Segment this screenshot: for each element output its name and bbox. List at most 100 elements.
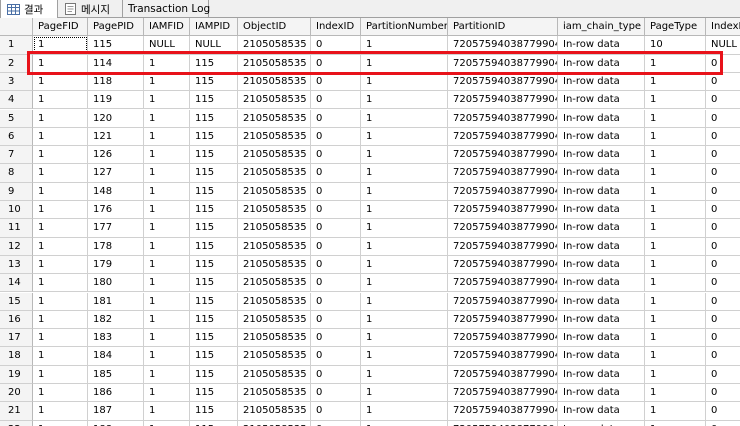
cell-iam-pid[interactable]: 115 <box>190 237 238 256</box>
cell-page-fid[interactable]: 1 <box>33 329 88 348</box>
cell-iam-pid[interactable]: 115 <box>190 292 238 311</box>
cell-iam-chain-type[interactable]: In-row data <box>558 255 645 275</box>
column-header-object-id[interactable]: ObjectID <box>238 18 311 37</box>
column-header-iam-fid[interactable]: IAMFID <box>144 18 190 37</box>
cell-partition-id[interactable]: 72057594038779904 <box>448 310 558 330</box>
cell-index-level[interactable]: 0 <box>706 384 740 403</box>
cell-partition-id[interactable]: 72057594038779904 <box>448 146 558 165</box>
cell-partition-id[interactable]: 72057594038779904 <box>448 36 558 55</box>
cell-partition-id[interactable]: 72057594038779904 <box>448 109 558 128</box>
row-header[interactable]: 9 <box>0 182 33 201</box>
cell-partition-id[interactable]: 72057594038779904 <box>448 365 558 384</box>
cell-index-id[interactable]: 0 <box>311 420 361 426</box>
cell-page-fid[interactable]: 1 <box>33 365 88 384</box>
cell-partition-id[interactable]: 72057594038779904 <box>448 72 558 92</box>
cell-index-id[interactable]: 0 <box>311 255 361 275</box>
cell-index-id[interactable]: 0 <box>311 164 361 183</box>
cell-index-level[interactable]: 0 <box>706 238 740 256</box>
cell-index-level[interactable]: 0 <box>706 128 740 147</box>
cell-iam-fid[interactable]: 1 <box>144 146 190 165</box>
row-header[interactable]: 1 <box>0 36 33 55</box>
cell-object-id[interactable]: 2105058535 <box>238 237 311 256</box>
cell-partition-number[interactable]: 1 <box>361 109 448 128</box>
cell-page-type[interactable]: 1 <box>645 109 706 128</box>
cell-object-id[interactable]: 2105058535 <box>238 329 311 348</box>
cell-iam-fid[interactable]: 1 <box>144 91 190 110</box>
cell-iam-chain-type[interactable]: In-row data <box>558 402 645 421</box>
cell-iam-chain-type[interactable]: In-row data <box>558 109 645 128</box>
cell-index-level[interactable]: 0 <box>706 55 740 73</box>
cell-partition-number[interactable]: 1 <box>361 146 448 165</box>
cell-iam-pid[interactable]: 115 <box>190 402 238 421</box>
cell-page-fid[interactable]: 1 <box>33 201 88 220</box>
cell-iam-fid[interactable]: 1 <box>144 201 190 220</box>
cell-page-fid[interactable]: 1 <box>33 384 88 403</box>
row-header[interactable]: 8 <box>0 164 33 183</box>
cell-iam-pid[interactable]: 115 <box>190 255 238 275</box>
table-row[interactable]: 3 1 118 1 115 2105058535 0 1 72057594038779904 In… <box>0 72 740 92</box>
cell-object-id[interactable]: 2105058535 <box>238 402 311 421</box>
cell-index-id[interactable]: 0 <box>311 91 361 110</box>
cell-partition-id[interactable]: 72057594038779904 <box>448 164 558 183</box>
cell-page-fid[interactable]: 1 <box>33 347 88 366</box>
cell-iam-chain-type[interactable]: In-row data <box>558 164 645 183</box>
cell-page-pid[interactable]: 177 <box>88 219 144 238</box>
cell-index-id[interactable]: 0 <box>311 329 361 348</box>
cell-partition-number[interactable]: 1 <box>361 72 448 92</box>
column-header-index-level[interactable]: IndexLe <box>706 18 740 37</box>
cell-iam-fid[interactable]: 1 <box>144 292 190 311</box>
cell-partition-number[interactable]: 1 <box>361 237 448 256</box>
cell-object-id[interactable]: 2105058535 <box>238 72 311 92</box>
column-header-index-id[interactable]: IndexID <box>311 18 361 37</box>
cell-page-type[interactable]: 10 <box>645 36 706 55</box>
cell-object-id[interactable]: 2105058535 <box>238 384 311 403</box>
cell-index-id[interactable]: 0 <box>311 54 361 73</box>
cell-index-id[interactable]: 0 <box>311 384 361 403</box>
cell-index-level[interactable]: 0 <box>706 110 740 128</box>
cell-page-type[interactable]: 1 <box>645 310 706 330</box>
cell-page-pid[interactable]: 118 <box>88 72 144 92</box>
cell-page-fid[interactable]: 1 <box>33 146 88 165</box>
cell-object-id[interactable]: 2105058535 <box>238 219 311 238</box>
cell-page-fid[interactable]: 1 <box>33 36 88 55</box>
cell-index-level[interactable]: 0 <box>706 91 740 110</box>
table-row[interactable]: 6 1 121 1 115 2105058535 0 1 72057594038779904 In… <box>0 127 740 147</box>
cell-partition-number[interactable]: 1 <box>361 365 448 384</box>
row-header[interactable]: 21 <box>0 402 33 421</box>
cell-index-id[interactable]: 0 <box>311 72 361 92</box>
cell-page-pid[interactable]: 187 <box>88 402 144 421</box>
cell-page-type[interactable]: 1 <box>645 182 706 201</box>
cell-page-pid[interactable]: 126 <box>88 146 144 165</box>
cell-iam-fid[interactable]: 1 <box>144 310 190 330</box>
table-row[interactable]: 8 1 127 1 115 2105058535 0 1 72057594038779904 In… <box>0 164 740 183</box>
table-row[interactable]: 2 1 114 1 115 2105058535 0 1 72057594038779904 In… <box>0 54 740 73</box>
cell-iam-chain-type[interactable]: In-row data <box>558 420 645 426</box>
cell-index-id[interactable]: 0 <box>311 402 361 421</box>
cell-iam-chain-type[interactable]: In-row data <box>558 384 645 403</box>
cell-object-id[interactable]: 2105058535 <box>238 182 311 201</box>
cell-page-fid[interactable]: 1 <box>33 127 88 147</box>
row-header[interactable]: 17 <box>0 329 33 348</box>
cell-page-pid[interactable]: 181 <box>88 292 144 311</box>
row-header[interactable]: 5 <box>0 109 33 128</box>
cell-partition-number[interactable]: 1 <box>361 274 448 293</box>
cell-page-pid[interactable]: 148 <box>88 182 144 201</box>
cell-page-type[interactable]: 1 <box>645 402 706 421</box>
cell-page-pid[interactable]: 179 <box>88 255 144 275</box>
cell-page-fid[interactable]: 1 <box>33 109 88 128</box>
cell-page-fid[interactable]: 1 <box>33 72 88 92</box>
tab-results[interactable]: 결과 <box>0 0 58 19</box>
row-header[interactable]: 2 <box>0 54 33 73</box>
row-header[interactable]: 14 <box>0 274 33 293</box>
cell-partition-id[interactable]: 72057594038779904 <box>448 91 558 110</box>
cell-index-level[interactable]: 0 <box>706 311 740 330</box>
cell-iam-pid[interactable]: 115 <box>190 310 238 330</box>
cell-iam-pid[interactable]: 115 <box>190 127 238 147</box>
cell-page-fid[interactable]: 1 <box>33 164 88 183</box>
column-header-page-pid[interactable]: PagePID <box>88 18 144 37</box>
cell-iam-pid[interactable]: 115 <box>190 365 238 384</box>
cell-index-level[interactable]: 0 <box>706 329 740 348</box>
column-header-partition-id[interactable]: PartitionID <box>448 18 558 37</box>
cell-object-id[interactable]: 2105058535 <box>238 310 311 330</box>
cell-page-fid[interactable]: 1 <box>33 402 88 421</box>
